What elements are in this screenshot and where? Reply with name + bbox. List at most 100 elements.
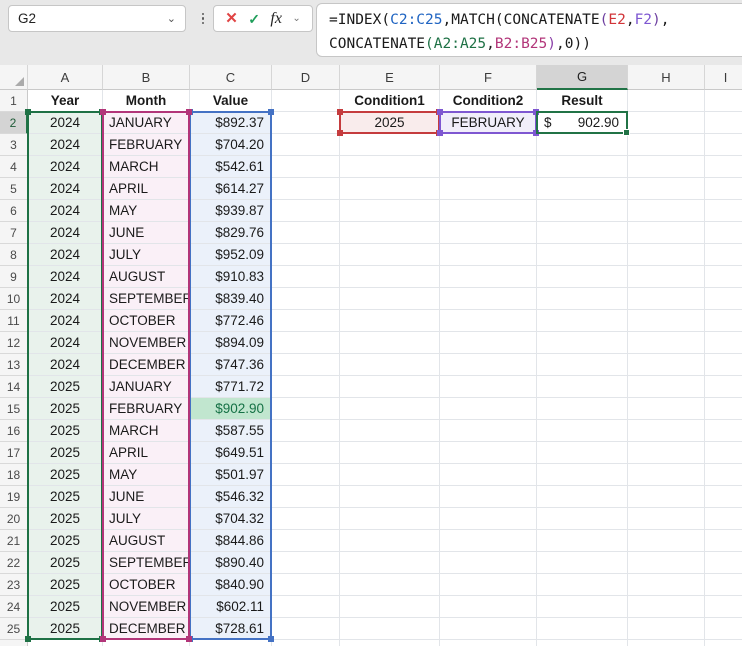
cell-D6[interactable] bbox=[272, 200, 340, 222]
cell-A15[interactable]: 2025 bbox=[28, 398, 103, 420]
cell-C12[interactable]: $894.09 bbox=[190, 332, 272, 354]
cell-H22[interactable] bbox=[628, 552, 705, 574]
cell-D4[interactable] bbox=[272, 156, 340, 178]
cell-H6[interactable] bbox=[628, 200, 705, 222]
cell-F2[interactable]: FEBRUARY bbox=[440, 112, 537, 134]
row-header-9[interactable]: 9 bbox=[0, 266, 28, 288]
cell-I10[interactable] bbox=[705, 288, 742, 310]
cell-B1[interactable]: Month bbox=[103, 90, 190, 112]
cell-C13[interactable]: $747.36 bbox=[190, 354, 272, 376]
cell-G10[interactable] bbox=[537, 288, 628, 310]
cell-E17[interactable] bbox=[340, 442, 440, 464]
cell-H11[interactable] bbox=[628, 310, 705, 332]
cell-H13[interactable] bbox=[628, 354, 705, 376]
cell-A5[interactable]: 2024 bbox=[28, 178, 103, 200]
cell-E25[interactable] bbox=[340, 618, 440, 640]
cell-A9[interactable]: 2024 bbox=[28, 266, 103, 288]
cell-C26[interactable] bbox=[190, 640, 272, 646]
cell-G11[interactable] bbox=[537, 310, 628, 332]
cell-I25[interactable] bbox=[705, 618, 742, 640]
column-header-A[interactable]: A bbox=[28, 65, 103, 90]
cell-A26[interactable] bbox=[28, 640, 103, 646]
cell-I16[interactable] bbox=[705, 420, 742, 442]
cell-G22[interactable] bbox=[537, 552, 628, 574]
cell-F10[interactable] bbox=[440, 288, 537, 310]
row-header-21[interactable]: 21 bbox=[0, 530, 28, 552]
cell-I4[interactable] bbox=[705, 156, 742, 178]
fx-chevron-icon[interactable]: ⌄ bbox=[292, 13, 300, 24]
cell-D8[interactable] bbox=[272, 244, 340, 266]
cell-A18[interactable]: 2025 bbox=[28, 464, 103, 486]
cell-A17[interactable]: 2025 bbox=[28, 442, 103, 464]
cell-F20[interactable] bbox=[440, 508, 537, 530]
cell-A25[interactable]: 2025 bbox=[28, 618, 103, 640]
cell-G16[interactable] bbox=[537, 420, 628, 442]
row-header-18[interactable]: 18 bbox=[0, 464, 28, 486]
row-header-24[interactable]: 24 bbox=[0, 596, 28, 618]
cell-H3[interactable] bbox=[628, 134, 705, 156]
cell-D14[interactable] bbox=[272, 376, 340, 398]
cell-F22[interactable] bbox=[440, 552, 537, 574]
cell-C24[interactable]: $602.11 bbox=[190, 596, 272, 618]
cell-F15[interactable] bbox=[440, 398, 537, 420]
cell-D17[interactable] bbox=[272, 442, 340, 464]
row-header-3[interactable]: 3 bbox=[0, 134, 28, 156]
cell-A12[interactable]: 2024 bbox=[28, 332, 103, 354]
cell-B8[interactable]: JULY bbox=[103, 244, 190, 266]
name-box-value[interactable]: G2 bbox=[9, 11, 167, 26]
cell-I24[interactable] bbox=[705, 596, 742, 618]
cell-D2[interactable] bbox=[272, 112, 340, 134]
cell-F25[interactable] bbox=[440, 618, 537, 640]
cell-B21[interactable]: AUGUST bbox=[103, 530, 190, 552]
cell-D25[interactable] bbox=[272, 618, 340, 640]
cell-G19[interactable] bbox=[537, 486, 628, 508]
cell-C9[interactable]: $910.83 bbox=[190, 266, 272, 288]
cell-A7[interactable]: 2024 bbox=[28, 222, 103, 244]
cell-F4[interactable] bbox=[440, 156, 537, 178]
cell-I21[interactable] bbox=[705, 530, 742, 552]
cell-I3[interactable] bbox=[705, 134, 742, 156]
cell-B20[interactable]: JULY bbox=[103, 508, 190, 530]
cell-C15[interactable]: $902.90 bbox=[190, 398, 272, 420]
cell-C10[interactable]: $839.40 bbox=[190, 288, 272, 310]
row-header-1[interactable]: 1 bbox=[0, 90, 28, 112]
cell-A23[interactable]: 2025 bbox=[28, 574, 103, 596]
cell-H23[interactable] bbox=[628, 574, 705, 596]
cell-G1[interactable]: Result bbox=[537, 90, 628, 112]
cell-H10[interactable] bbox=[628, 288, 705, 310]
row-header-16[interactable]: 16 bbox=[0, 420, 28, 442]
row-header-12[interactable]: 12 bbox=[0, 332, 28, 354]
cell-E18[interactable] bbox=[340, 464, 440, 486]
cell-F26[interactable] bbox=[440, 640, 537, 646]
cell-H16[interactable] bbox=[628, 420, 705, 442]
cell-D15[interactable] bbox=[272, 398, 340, 420]
cell-D5[interactable] bbox=[272, 178, 340, 200]
cell-A4[interactable]: 2024 bbox=[28, 156, 103, 178]
cell-E5[interactable] bbox=[340, 178, 440, 200]
cell-H26[interactable] bbox=[628, 640, 705, 646]
cell-D19[interactable] bbox=[272, 486, 340, 508]
cell-E15[interactable] bbox=[340, 398, 440, 420]
cell-F24[interactable] bbox=[440, 596, 537, 618]
cell-B24[interactable]: NOVEMBER bbox=[103, 596, 190, 618]
cell-F9[interactable] bbox=[440, 266, 537, 288]
cell-G8[interactable] bbox=[537, 244, 628, 266]
cell-B5[interactable]: APRIL bbox=[103, 178, 190, 200]
cell-B3[interactable]: FEBRUARY bbox=[103, 134, 190, 156]
cell-C21[interactable]: $844.86 bbox=[190, 530, 272, 552]
cell-A6[interactable]: 2024 bbox=[28, 200, 103, 222]
cell-A11[interactable]: 2024 bbox=[28, 310, 103, 332]
name-box[interactable]: G2 ⌄ bbox=[8, 5, 186, 32]
cell-B4[interactable]: MARCH bbox=[103, 156, 190, 178]
cell-I11[interactable] bbox=[705, 310, 742, 332]
cell-D23[interactable] bbox=[272, 574, 340, 596]
cell-D26[interactable] bbox=[272, 640, 340, 646]
row-header-14[interactable]: 14 bbox=[0, 376, 28, 398]
cell-H2[interactable] bbox=[628, 112, 705, 134]
cell-I7[interactable] bbox=[705, 222, 742, 244]
cell-A24[interactable]: 2025 bbox=[28, 596, 103, 618]
cell-F8[interactable] bbox=[440, 244, 537, 266]
cell-H12[interactable] bbox=[628, 332, 705, 354]
cell-C7[interactable]: $829.76 bbox=[190, 222, 272, 244]
cell-A19[interactable]: 2025 bbox=[28, 486, 103, 508]
